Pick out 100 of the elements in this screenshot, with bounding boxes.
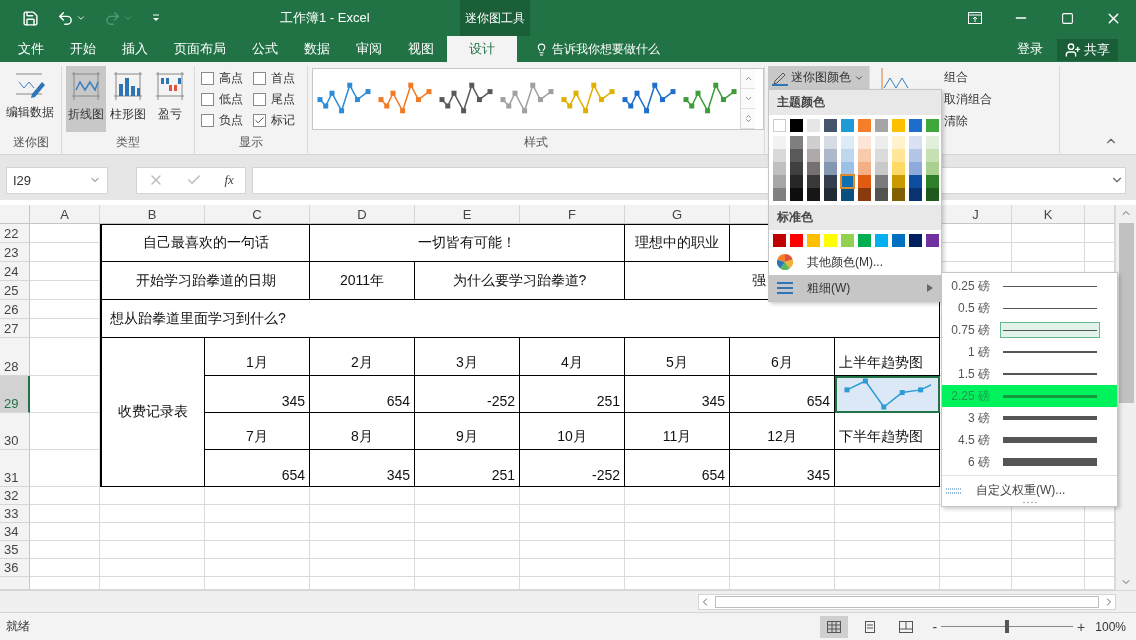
empty-cell[interactable]	[100, 505, 205, 523]
empty-cell[interactable]	[940, 541, 1012, 559]
weight-option[interactable]: 0.25 磅	[942, 275, 1117, 297]
empty-cell[interactable]	[205, 505, 310, 523]
empty-cell[interactable]	[835, 559, 940, 577]
color-swatch[interactable]	[773, 188, 786, 201]
weight-option[interactable]: 1.5 磅	[942, 363, 1117, 385]
empty-cell[interactable]	[415, 559, 520, 577]
table-cell[interactable]	[835, 450, 940, 487]
color-swatch[interactable]	[807, 149, 820, 162]
color-swatch[interactable]	[790, 234, 803, 247]
weight-option[interactable]: 6 磅	[942, 451, 1117, 473]
color-swatch[interactable]	[892, 175, 905, 188]
color-swatch[interactable]	[875, 188, 888, 201]
color-swatch[interactable]	[807, 188, 820, 201]
color-swatch[interactable]	[909, 188, 922, 201]
row-header[interactable]: 36	[0, 559, 30, 577]
row-header[interactable]: 35	[0, 541, 30, 559]
column-header[interactable]: K	[1012, 205, 1085, 224]
column-header[interactable]: A	[30, 205, 100, 224]
tell-me-search[interactable]: 告诉我你想要做什么	[529, 36, 666, 62]
zoom-thumb[interactable]	[1005, 620, 1010, 633]
empty-cell[interactable]	[730, 505, 835, 523]
empty-cell[interactable]	[1012, 541, 1085, 559]
weight-option[interactable]: 0.75 磅	[942, 319, 1117, 341]
group-command[interactable]: 组合	[944, 66, 992, 88]
row-header[interactable]: 34	[0, 523, 30, 541]
scrollbar-thumb[interactable]	[715, 595, 1099, 608]
share-button[interactable]: 共享	[1057, 39, 1118, 61]
column-header[interactable]: B	[100, 205, 205, 224]
scrollbar-thumb[interactable]	[1118, 223, 1134, 403]
row-header[interactable]: 25	[0, 281, 30, 300]
color-swatch[interactable]	[807, 136, 820, 149]
column-header[interactable]: F	[520, 205, 625, 224]
ribbon-tab[interactable]: 视图	[395, 36, 447, 62]
empty-cell[interactable]	[1012, 523, 1085, 541]
custom-weight-item[interactable]: 自定义权重(W)...	[942, 475, 1117, 501]
checkbox[interactable]	[253, 93, 266, 106]
ribbon-tab[interactable]: 审阅	[343, 36, 395, 62]
color-swatch[interactable]	[926, 234, 939, 247]
color-swatch[interactable]	[858, 234, 871, 247]
empty-cell[interactable]	[205, 559, 310, 577]
empty-cell[interactable]	[100, 523, 205, 541]
scroll-up-icon[interactable]	[741, 69, 755, 89]
color-swatch[interactable]	[909, 162, 922, 175]
empty-cell[interactable]	[730, 541, 835, 559]
color-swatch[interactable]	[909, 149, 922, 162]
sparkline-type-button[interactable]: 盈亏	[150, 66, 190, 132]
checkbox[interactable]	[253, 114, 266, 127]
empty-cell[interactable]	[625, 523, 730, 541]
color-swatch[interactable]	[841, 234, 854, 247]
weight-option[interactable]: 4.5 磅	[942, 429, 1117, 451]
color-swatch[interactable]	[909, 234, 922, 247]
row-header[interactable]: 31	[0, 450, 30, 487]
empty-cell[interactable]	[940, 523, 1012, 541]
empty-cell[interactable]	[310, 523, 415, 541]
color-swatch[interactable]	[807, 162, 820, 175]
color-swatch[interactable]	[858, 175, 871, 188]
empty-cell[interactable]	[415, 541, 520, 559]
empty-cell[interactable]	[835, 541, 940, 559]
row-header[interactable]: 24	[0, 262, 30, 281]
empty-cell[interactable]	[625, 505, 730, 523]
row-header[interactable]	[0, 577, 30, 590]
color-swatch[interactable]	[841, 175, 854, 188]
color-swatch[interactable]	[892, 188, 905, 201]
color-swatch[interactable]	[892, 162, 905, 175]
column-header[interactable]	[1085, 205, 1115, 224]
more-icon[interactable]	[741, 109, 755, 129]
weight-option[interactable]: 3 磅	[942, 407, 1117, 429]
color-swatch[interactable]	[892, 136, 905, 149]
ribbon-tab[interactable]: 插入	[109, 36, 161, 62]
more-colors-item[interactable]: 其他颜色(M)...	[769, 249, 941, 275]
empty-cell[interactable]	[835, 523, 940, 541]
color-swatch[interactable]	[790, 175, 803, 188]
color-swatch[interactable]	[892, 149, 905, 162]
empty-cell[interactable]	[940, 559, 1012, 577]
color-swatch[interactable]	[790, 119, 803, 132]
ribbon-tab[interactable]: 设计	[447, 36, 517, 62]
empty-cell[interactable]	[730, 559, 835, 577]
color-swatch[interactable]	[892, 119, 905, 132]
scroll-down-icon[interactable]	[741, 89, 755, 109]
edit-data-button[interactable]: 编辑数据	[4, 66, 56, 132]
empty-cell[interactable]	[520, 505, 625, 523]
checkbox[interactable]	[201, 93, 214, 106]
color-swatch[interactable]	[926, 119, 939, 132]
empty-cell[interactable]	[1012, 243, 1085, 262]
color-swatch[interactable]	[841, 149, 854, 162]
group-command[interactable]: 清除	[944, 110, 992, 132]
empty-cell[interactable]	[310, 559, 415, 577]
color-swatch[interactable]	[858, 149, 871, 162]
color-swatch[interactable]	[909, 119, 922, 132]
column-header[interactable]: C	[205, 205, 310, 224]
color-swatch[interactable]	[773, 162, 786, 175]
row-header[interactable]: 27	[0, 319, 30, 338]
sparkline-color-button[interactable]: 迷你图颜色	[768, 66, 869, 89]
insert-function-button[interactable]: fx	[224, 172, 234, 188]
empty-cell[interactable]	[100, 559, 205, 577]
empty-cell[interactable]	[310, 505, 415, 523]
color-swatch[interactable]	[790, 162, 803, 175]
empty-cell[interactable]	[520, 559, 625, 577]
